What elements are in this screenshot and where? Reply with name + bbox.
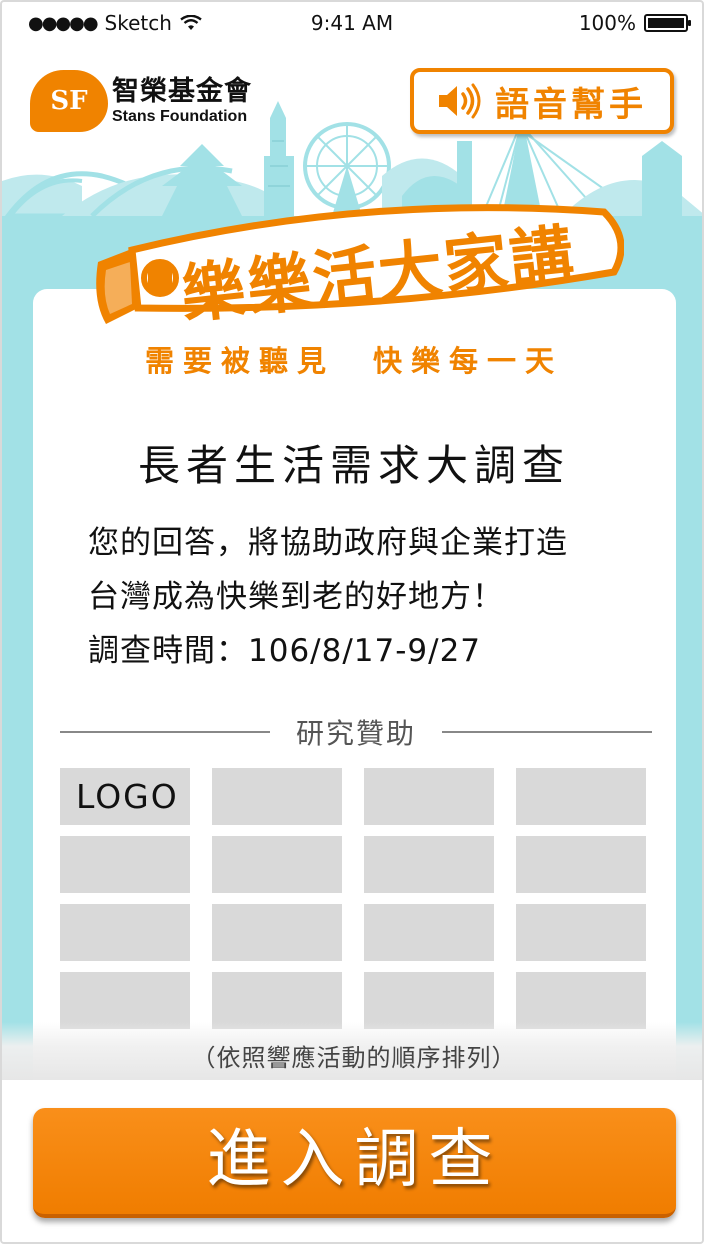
foundation-logo: SF 智榮基金會 Stans Foundation bbox=[30, 70, 252, 132]
sponsor-logo-grid: LOGO bbox=[60, 768, 650, 1029]
sponsor-logo bbox=[516, 768, 646, 825]
phone-frame: ●●●●● Sketch 9:41 AM 100% SF 智榮基金會 Stans… bbox=[0, 0, 704, 1244]
sponsor-logo bbox=[364, 972, 494, 1029]
sponsor-logo bbox=[364, 836, 494, 893]
sponsor-heading: 研究贊助 bbox=[60, 712, 653, 752]
sponsor-logo bbox=[516, 972, 646, 1029]
sf-logo-badge: SF bbox=[30, 70, 108, 132]
battery-icon bbox=[644, 14, 691, 32]
enter-survey-button[interactable]: 進入調查 bbox=[33, 1108, 676, 1218]
battery-percent: 100% bbox=[578, 11, 636, 35]
sponsor-logo bbox=[60, 836, 190, 893]
sponsor-logo bbox=[364, 768, 494, 825]
sponsor-logo: LOGO bbox=[60, 768, 190, 825]
sponsor-logo bbox=[212, 972, 342, 1029]
sponsor-logo bbox=[212, 768, 342, 825]
banner-slogan: 需要被聽見 快樂每一天 bbox=[144, 344, 563, 378]
sponsor-logo bbox=[364, 904, 494, 961]
logo-name-en: Stans Foundation bbox=[112, 107, 248, 125]
description-line: 台灣成為快樂到老的好地方！ bbox=[88, 579, 504, 615]
sponsor-logo bbox=[60, 904, 190, 961]
survey-description: 您的回答，將協助政府與企業打造 台灣成為快樂到老的好地方！ 調查時間：106/8… bbox=[88, 516, 648, 678]
sponsor-logo bbox=[212, 904, 342, 961]
speaker-icon bbox=[439, 83, 481, 119]
voice-helper-button[interactable]: 語音幫手 bbox=[410, 68, 674, 134]
survey-title: 長者生活需求大調查 bbox=[137, 441, 570, 490]
divider bbox=[442, 731, 653, 733]
status-bar: ●●●●● Sketch 9:41 AM 100% bbox=[2, 2, 702, 46]
megaphone-banner: 樂樂活大家講 bbox=[96, 204, 624, 333]
divider bbox=[60, 731, 270, 733]
sponsor-logo bbox=[516, 904, 646, 961]
sponsor-order-note: （依照響應活動的順序排列） bbox=[191, 1044, 517, 1072]
sponsor-logo bbox=[212, 836, 342, 893]
sponsor-heading-label: 研究贊助 bbox=[296, 717, 417, 750]
sponsor-logo bbox=[516, 836, 646, 893]
voice-helper-label: 語音幫手 bbox=[495, 84, 647, 125]
description-line: 您的回答，將協助政府與企業打造 bbox=[88, 525, 568, 561]
sponsor-logo bbox=[60, 972, 190, 1029]
logo-name-cn: 智榮基金會 bbox=[112, 75, 252, 107]
survey-period: 調查時間：106/8/17-9/27 bbox=[88, 633, 482, 669]
